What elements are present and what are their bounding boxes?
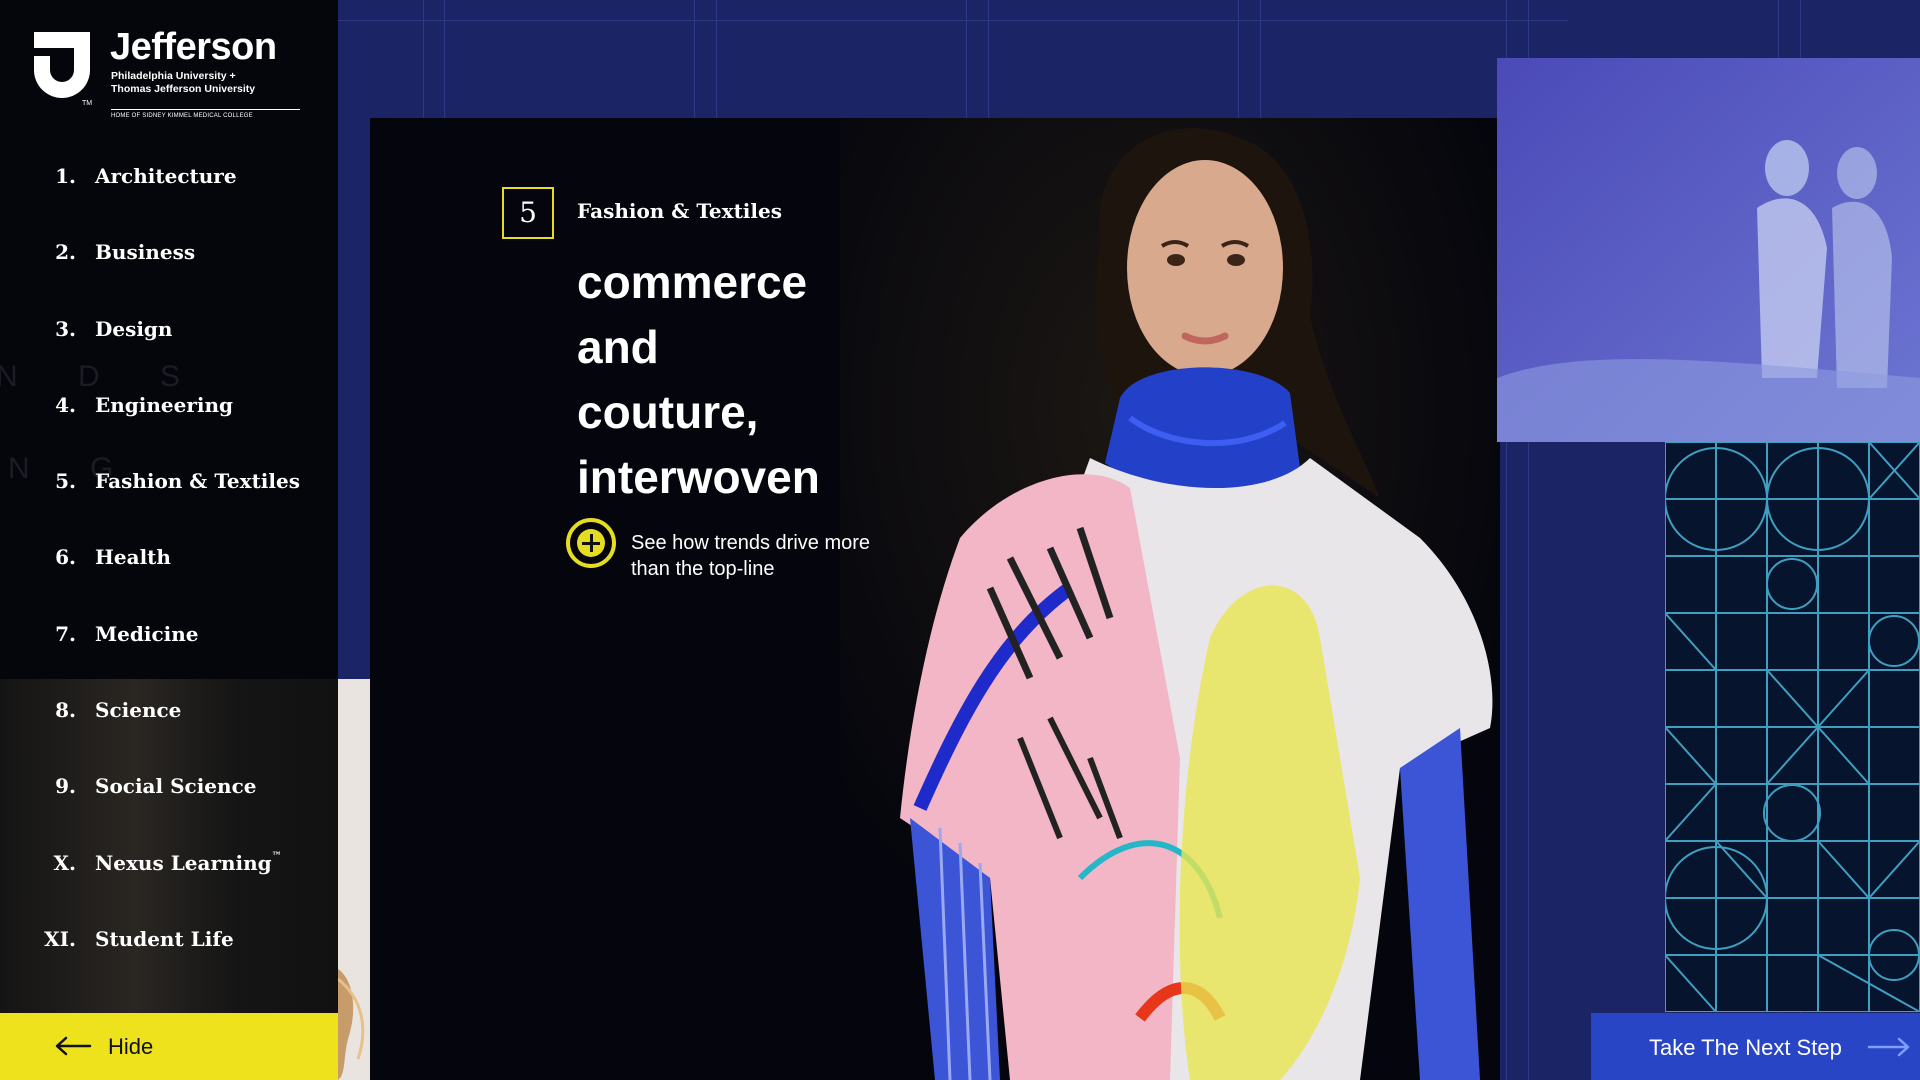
- sidebar-item-label: Business: [95, 240, 196, 264]
- sidebar-item-label: Health: [95, 545, 171, 569]
- sidebar-item-label: Design: [95, 317, 173, 341]
- sidebar-item-label: Medicine: [95, 622, 199, 646]
- nexus-label-text: Nexus Learning: [95, 851, 272, 875]
- sidebar-item-number: 5.: [55, 469, 76, 493]
- sidebar-item-social-science[interactable]: 9. Social Science: [0, 765, 338, 809]
- sidebar-item-architecture[interactable]: 1. Architecture: [0, 155, 338, 199]
- arrow-right-icon: [1867, 1037, 1910, 1057]
- sidebar-item-label: Social Science: [95, 774, 257, 798]
- hide-sidebar-button[interactable]: Hide: [0, 1013, 338, 1080]
- sidebar-item-label: Science: [95, 698, 182, 722]
- sidebar-item-engineering[interactable]: 4. Engineering: [0, 384, 338, 428]
- sidebar-item-number: 2.: [55, 240, 76, 264]
- sidebar-item-science[interactable]: 8. Science: [0, 689, 338, 733]
- sidebar-item-label: Nexus Learning™: [95, 851, 282, 875]
- sidebar-item-label: Architecture: [95, 164, 237, 188]
- sidebar-item-health[interactable]: 6. Health: [0, 536, 338, 580]
- sidebar-item-number: X.: [53, 851, 76, 875]
- headline-line: interwoven: [577, 451, 820, 503]
- sidebar-item-number: 3.: [55, 317, 76, 341]
- sidebar-item-number: 6.: [55, 545, 76, 569]
- arrow-left-icon: [55, 1036, 92, 1056]
- sidebar-item-design[interactable]: 3. Design: [0, 308, 338, 352]
- sidebar-item-nexus-learning[interactable]: X. Nexus Learning™: [0, 842, 338, 886]
- feature-panel: 5 Fashion & Textiles commerce and coutur…: [370, 118, 1500, 1080]
- sidebar: N D S N G Jefferson Philadelphia Univers…: [0, 0, 338, 1080]
- sidebar-item-number: 7.: [55, 622, 76, 646]
- jefferson-logo[interactable]: Jefferson Philadelphia University + Thom…: [30, 26, 300, 125]
- brand-subtitle: Philadelphia University + Thomas Jeffers…: [111, 70, 256, 95]
- sidebar-item-label: Fashion & Textiles: [95, 469, 300, 493]
- section-number-badge: 5: [502, 187, 554, 239]
- brand-tagline: HOME OF SIDNEY KIMMEL MEDICAL COLLEGE: [111, 113, 253, 119]
- headline-line: couture,: [577, 386, 759, 438]
- feature-headline: commerce and couture, interwoven: [577, 250, 820, 510]
- sidebar-item-label: Student Life: [95, 927, 234, 951]
- headline-line: commerce: [577, 256, 808, 308]
- headline-line: and: [577, 321, 659, 373]
- sidebar-item-number: 9.: [55, 774, 76, 798]
- bg-grid-hline: [338, 20, 1568, 21]
- logo-divider: [111, 109, 300, 110]
- sidebar-item-number: 8.: [55, 698, 76, 722]
- trademark-sup: ™: [271, 851, 282, 862]
- fashion-model-image: [840, 118, 1500, 1080]
- next-step-label: Take The Next Step: [1649, 1035, 1842, 1060]
- hide-label: Hide: [108, 1034, 154, 1059]
- expand-button[interactable]: [566, 518, 616, 568]
- sidebar-item-fashion-textiles[interactable]: 5. Fashion & Textiles: [0, 460, 338, 504]
- sidebar-item-number: XI.: [44, 927, 76, 951]
- sidebar-item-medicine[interactable]: 7. Medicine: [0, 613, 338, 657]
- sidebar-item-business[interactable]: 2. Business: [0, 231, 338, 275]
- trademark-mark: TM: [82, 100, 93, 107]
- plus-circle-icon: [577, 529, 605, 557]
- sidebar-item-student-life[interactable]: XI. Student Life: [0, 918, 338, 962]
- brand-name: Jefferson: [110, 26, 277, 68]
- jefferson-j-icon: [34, 32, 90, 98]
- sidebar-item-label: Engineering: [95, 393, 234, 417]
- take-next-step-button[interactable]: Take The Next Step: [1591, 1013, 1920, 1080]
- expand-cta-text[interactable]: See how trends drive more than the top-l…: [631, 530, 891, 582]
- geometric-pattern: [1665, 442, 1920, 1012]
- section-category: Fashion & Textiles: [577, 199, 782, 223]
- sidebar-item-number: 1.: [55, 164, 76, 188]
- runway-image: [1497, 58, 1920, 442]
- sidebar-item-number: 4.: [55, 393, 76, 417]
